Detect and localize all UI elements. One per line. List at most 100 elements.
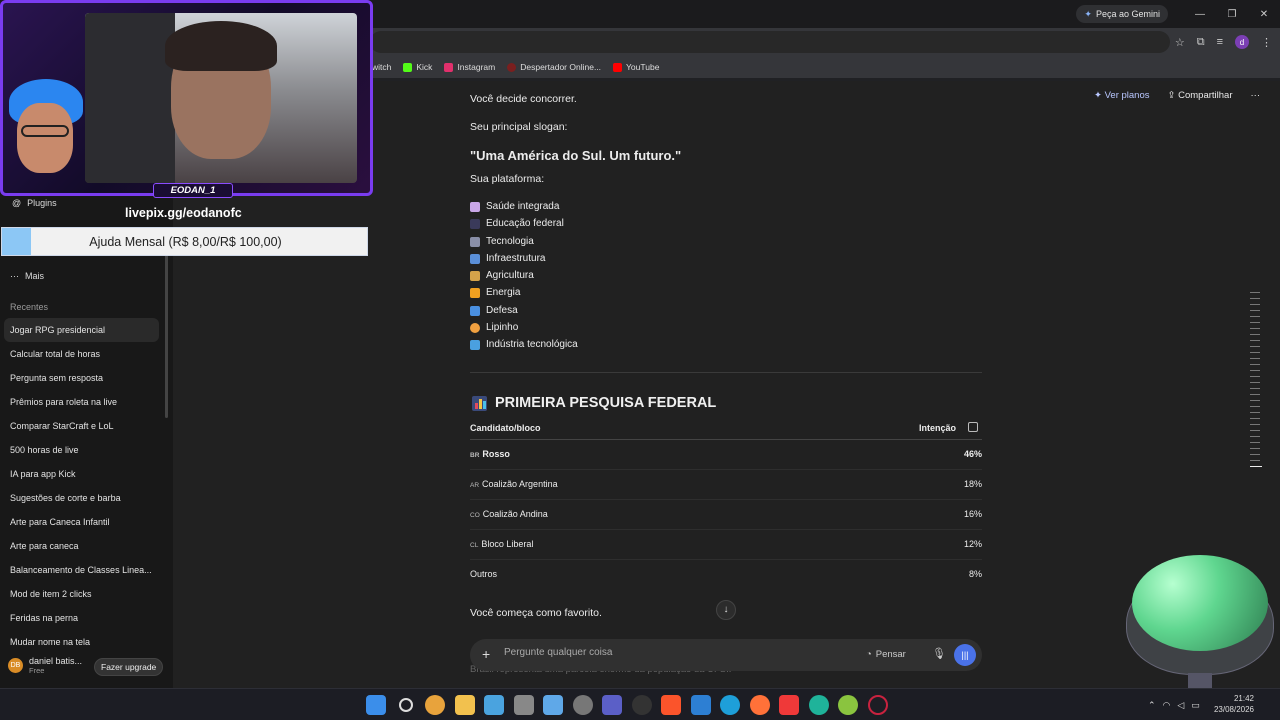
think-button[interactable]: ◔ Pensar — [866, 649, 906, 660]
recent-chat-item[interactable]: Calcular total de horas — [4, 342, 159, 366]
minimize-icon[interactable]: — — [1184, 0, 1216, 28]
star-icon[interactable]: ☆ — [1175, 36, 1185, 49]
table-header: Candidato/bloco Intenção — [470, 422, 982, 433]
ask-gemini-button[interactable]: ✦ Peça ao Gemini — [1076, 5, 1168, 23]
recent-chat-item[interactable]: Mudar nome na tela — [4, 630, 159, 654]
platform-item: Infraestrutura — [470, 253, 545, 264]
health-icon — [470, 201, 480, 212]
cartoon-avatar — [3, 73, 95, 193]
bookmark-twitch[interactable]: witch — [372, 62, 391, 72]
vivaldi-icon[interactable] — [779, 695, 799, 715]
chevron-up-icon[interactable]: ⌃ — [1148, 700, 1156, 711]
slogan: "Uma América do Sul. Um futuro." — [470, 148, 682, 163]
platform-item: Tecnologia — [470, 236, 534, 247]
folder-icon[interactable] — [454, 695, 475, 715]
windows-start-icon[interactable] — [366, 695, 386, 715]
recent-chat-item[interactable]: 500 horas de live — [4, 438, 159, 462]
volume-icon[interactable]: ◁ — [1177, 700, 1184, 711]
settings-icon[interactable] — [572, 695, 593, 715]
recent-chat-item[interactable]: Sugestões de corte e barba — [4, 486, 159, 510]
graduation-cap-icon — [470, 218, 480, 229]
voice-mode-button[interactable]: ||| — [954, 644, 976, 666]
candidate-name: Coalizão Andina — [482, 509, 548, 519]
user-name: daniel batis... — [29, 656, 83, 666]
platform-item-label: Indústria tecnológica — [486, 339, 578, 350]
microphone-icon[interactable]: 🎙 — [932, 647, 946, 660]
table-row: BR Rosso 46% — [470, 440, 982, 470]
user-plan: Free — [29, 666, 45, 675]
candy-bowl-overlay — [1122, 555, 1278, 695]
bookmark-kick[interactable]: Kick — [403, 62, 432, 72]
table-cell-name: AR Coalizão Argentina — [470, 479, 558, 489]
sidebar-more[interactable]: ··· Mais — [10, 271, 44, 281]
photos-icon[interactable] — [484, 695, 504, 715]
view-plans-button[interactable]: ✦ Ver planos — [1094, 90, 1150, 101]
country-code: CO — [470, 512, 480, 519]
plus-icon[interactable]: + — [482, 646, 490, 662]
search-icon[interactable] — [398, 698, 413, 712]
profile-avatar[interactable]: d — [1235, 35, 1249, 49]
opera-icon[interactable] — [867, 695, 888, 715]
table-row: CL Bloco Liberal 12% — [470, 530, 982, 560]
maximize-icon[interactable]: ❐ — [1216, 0, 1248, 28]
clock-icon — [507, 62, 517, 72]
edge-dev-icon[interactable] — [808, 695, 829, 715]
copy-icon[interactable] — [968, 422, 978, 432]
extensions-icon[interactable]: ⧉ — [1197, 36, 1205, 49]
edge-icon[interactable] — [720, 695, 740, 715]
recent-chat-item[interactable]: Jogar RPG presidencial — [4, 318, 159, 342]
platform-item-label: Agricultura — [486, 270, 534, 281]
platform-item-label: Tecnologia — [486, 236, 534, 247]
recent-chat-item[interactable]: Prêmios para roleta na live — [4, 390, 159, 414]
calculator-icon[interactable] — [513, 695, 534, 715]
sidebar-plugins[interactable]: @ Plugins — [12, 198, 57, 208]
recent-chat-item[interactable]: Arte para caneca — [4, 534, 159, 558]
wifi-icon[interactable]: ◠ — [1163, 700, 1171, 711]
recent-chat-item[interactable]: Feridas na perna — [4, 606, 159, 630]
firefox-icon[interactable] — [749, 695, 770, 715]
kick-icon — [403, 62, 413, 72]
close-icon[interactable]: ✕ — [1248, 0, 1280, 28]
header-actions: ✦ Ver planos ⇪ Compartilhar ··· — [1094, 90, 1260, 101]
conversation-minimap[interactable] — [1250, 292, 1264, 472]
teams-icon[interactable] — [602, 695, 622, 715]
bookmark-youtube[interactable]: YouTube — [613, 62, 659, 72]
prompt-input[interactable] — [504, 647, 804, 658]
bookmark-instagram[interactable]: Instagram — [444, 62, 495, 72]
obs-icon[interactable] — [631, 695, 652, 715]
bookmark-despertador[interactable]: Despertador Online... — [507, 62, 601, 72]
upgrade-button[interactable]: Fazer upgrade — [94, 658, 164, 676]
message-text: Sua plataforma: — [470, 173, 545, 185]
vscode-icon[interactable] — [690, 695, 711, 715]
sidebar-scrollbar[interactable] — [165, 228, 168, 418]
message-composer: + ◔Pensar 🎙 ||| — [470, 639, 982, 671]
platform-item-label: Infraestrutura — [486, 253, 546, 264]
battery-icon[interactable]: ▭ — [1191, 700, 1200, 711]
recent-chat-item[interactable]: Mod de item 2 clicks — [4, 582, 159, 606]
omnibox[interactable] — [370, 31, 1170, 53]
chrome-icon[interactable] — [425, 695, 445, 715]
table-col-candidate: Candidato/bloco — [470, 423, 541, 433]
more-options-icon[interactable]: ··· — [1251, 90, 1261, 101]
ask-gemini-label: Peça ao Gemini — [1095, 9, 1160, 19]
media-icon[interactable]: ≡ — [1217, 36, 1223, 48]
xbox-icon[interactable] — [838, 695, 858, 715]
scroll-down-button[interactable]: ↓ — [716, 600, 736, 620]
recent-chat-item[interactable]: IA para app Kick — [4, 462, 159, 486]
menu-icon[interactable]: ⋮ — [1261, 36, 1272, 49]
country-code: AR — [470, 482, 480, 489]
share-button[interactable]: ⇪ Compartilhar — [1168, 90, 1233, 101]
recent-chat-item[interactable]: Comparar StarCraft e LoL — [4, 414, 159, 438]
recent-header: Recentes — [10, 302, 49, 312]
livepix-link: livepix.gg/eodanofc — [125, 206, 242, 220]
mail-icon[interactable] — [543, 695, 563, 715]
user-profile[interactable]: DB daniel batis... Free — [8, 656, 82, 675]
recent-chat-item[interactable]: Pergunta sem resposta — [4, 366, 159, 390]
table-row: AR Coalizão Argentina 18% — [470, 470, 982, 500]
streamer-tag: EODAN_1 — [153, 183, 233, 198]
sparkle-icon: ✦ — [1084, 8, 1092, 19]
recent-chat-item[interactable]: Balanceamento de Classes Linea... — [4, 558, 159, 582]
clock[interactable]: 21:42 23/08/2026 — [1214, 693, 1254, 715]
recent-chat-item[interactable]: Arte para Caneca Infantil — [4, 510, 159, 534]
brave-icon[interactable] — [661, 695, 681, 715]
